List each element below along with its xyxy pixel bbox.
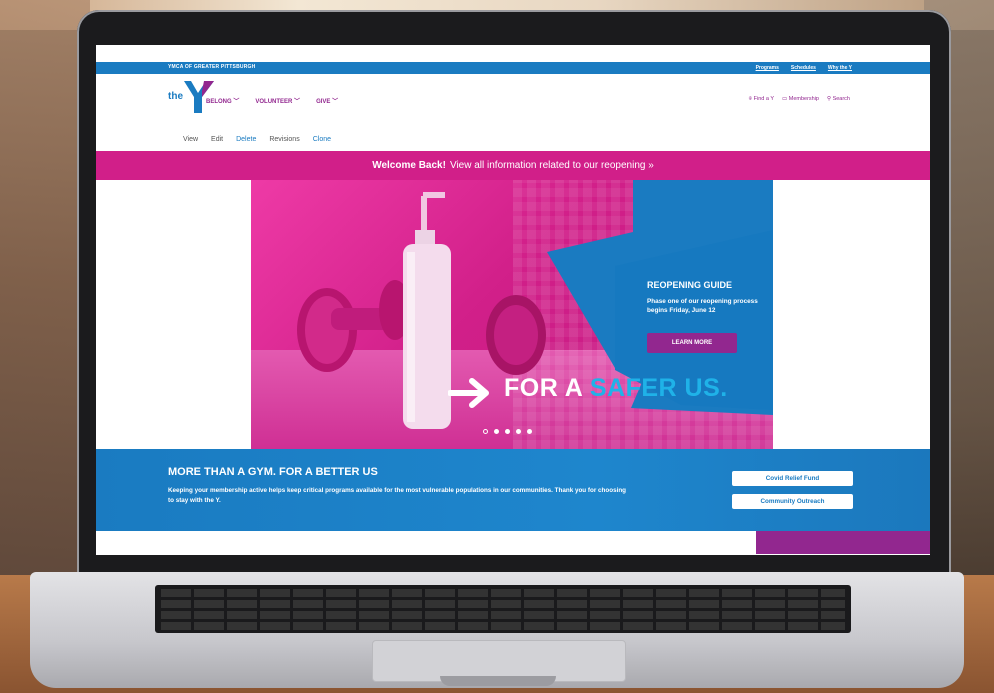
tab-delete[interactable]: Delete: [236, 136, 256, 143]
slider-dot-5[interactable]: [527, 429, 532, 434]
tagline-white: FOR A: [504, 374, 583, 402]
chevron-down-icon: ﹀: [233, 99, 240, 105]
slider-dots: [483, 429, 532, 434]
top-links: Programs Schedules Why the Y Promotions: [755, 62, 930, 554]
membership-label: Membership: [788, 96, 819, 102]
find-a-y-label: Find a Y: [753, 96, 774, 102]
guide-title: REOPENING GUIDE: [647, 280, 733, 290]
membership-promo: MORE THAN A GYM. FOR A BETTER US Keeping…: [96, 449, 930, 531]
search-label: Search: [832, 96, 850, 102]
nav-give-label: GIVE: [316, 99, 331, 105]
chevron-down-icon: ﹀: [294, 99, 301, 105]
chevron-down-icon: ﹀: [332, 99, 339, 105]
slider-dot-1[interactable]: [483, 429, 488, 434]
search-link[interactable]: ⚲ Search: [827, 96, 850, 103]
main-nav: BELONG ﹀ VOLUNTEER ﹀ GIVE ﹀: [206, 96, 338, 105]
community-outreach-button[interactable]: Community Outreach: [732, 494, 853, 509]
top-bar: YMCA OF GREATER PITTSBURGH Programs Sche…: [96, 62, 930, 554]
slider-dot-4[interactable]: [516, 429, 521, 434]
reopening-banner[interactable]: Welcome Back! View all information relat…: [96, 151, 930, 180]
tab-view[interactable]: View: [183, 136, 198, 143]
guide-text: Phase one of our reopening process begin…: [647, 298, 758, 314]
top-link-programs[interactable]: Programs: [756, 65, 779, 71]
nav-volunteer[interactable]: VOLUNTEER ﹀: [255, 96, 300, 105]
hero-tagline: FOR A SAFER US.: [504, 374, 728, 403]
membership-link[interactable]: ▭ Membership: [782, 96, 819, 103]
membership-card-icon: ▭: [782, 96, 788, 102]
nav-belong-label: BELONG: [206, 99, 232, 105]
laptop-notch: [440, 676, 556, 686]
promo-text: Keeping your membership active helps kee…: [168, 487, 627, 504]
admin-tabs: View Edit Delete Revisions Clone: [183, 136, 331, 143]
org-name: YMCA OF GREATER PITTSBURGH: [168, 64, 256, 70]
screen: YMCA OF GREATER PITTSBURGH Programs Sche…: [96, 45, 930, 555]
promo-title: MORE THAN A GYM. FOR A BETTER US: [168, 466, 378, 478]
learn-more-button[interactable]: LEARN MORE: [647, 333, 737, 353]
slider-dot-3[interactable]: [505, 429, 510, 434]
find-a-y-link[interactable]: ⌾ Find a Y: [749, 96, 774, 103]
tab-clone[interactable]: Clone: [313, 136, 331, 143]
hero-slider: REOPENING GUIDE Phase one of our reopeni…: [251, 180, 773, 449]
laptop-keyboard: [155, 585, 851, 633]
banner-text: View all information related to our reop…: [449, 160, 654, 171]
reopening-guide: REOPENING GUIDE Phase one of our reopeni…: [647, 280, 767, 315]
arrow-right-icon: [448, 378, 489, 408]
nav-belong[interactable]: BELONG ﹀: [206, 96, 239, 105]
tagline-blue: SAFER US.: [589, 374, 728, 402]
nav-give[interactable]: GIVE ﹀: [316, 96, 338, 105]
slider-dot-2[interactable]: [494, 429, 499, 434]
search-icon: ⚲: [827, 96, 832, 102]
covid-relief-fund-button[interactable]: Covid Relief Fund: [732, 471, 853, 486]
logo-text: the: [168, 91, 183, 102]
banner-bold: Welcome Back!: [372, 160, 446, 171]
tab-edit[interactable]: Edit: [211, 136, 223, 143]
top-link-schedules[interactable]: Schedules: [791, 65, 816, 71]
location-pin-icon: ⌾: [748, 96, 753, 102]
utility-links: ⌾ Find a Y ▭ Membership ⚲ Search: [749, 96, 850, 103]
tab-revisions[interactable]: Revisions: [269, 136, 299, 143]
top-link-why-the-y[interactable]: Why the Y: [828, 65, 852, 71]
nav-volunteer-label: VOLUNTEER: [255, 99, 293, 105]
